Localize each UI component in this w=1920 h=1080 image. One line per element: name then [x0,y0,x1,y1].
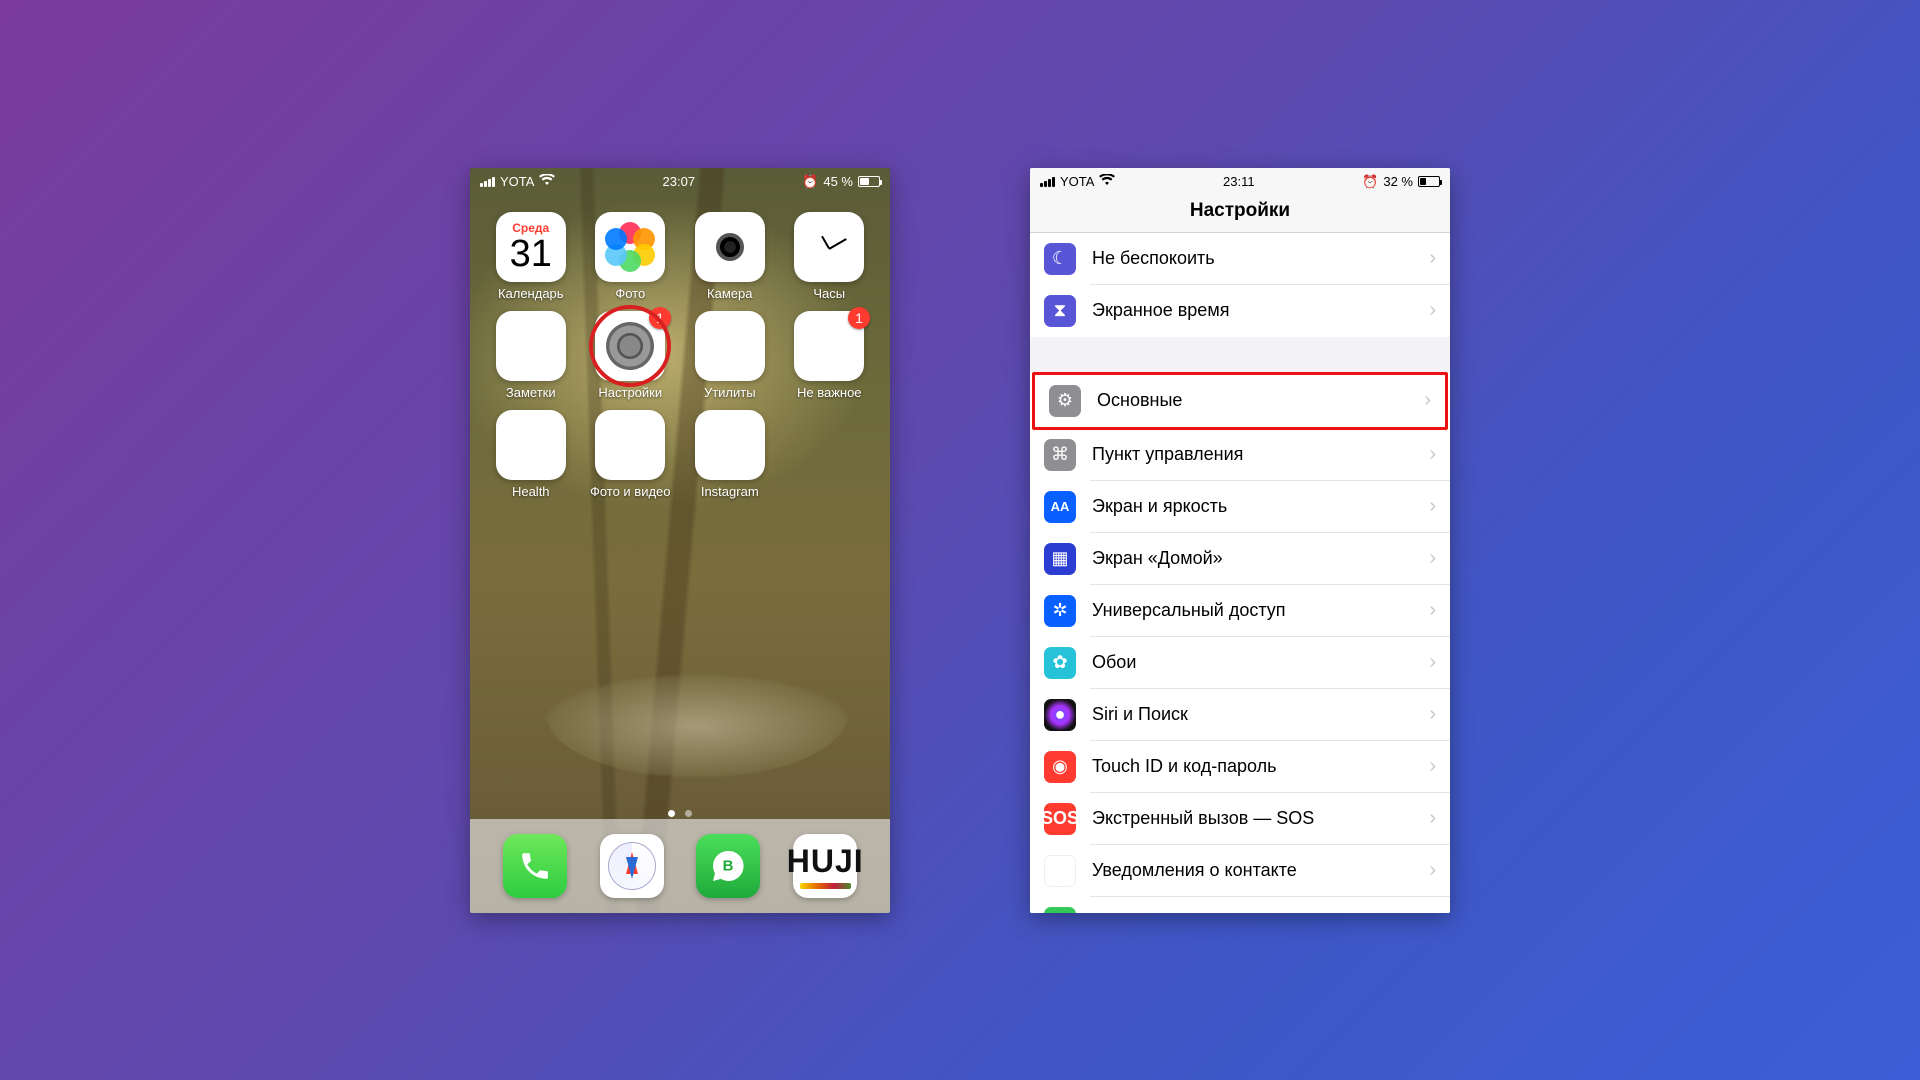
folder-icon [496,410,566,480]
row-accessibility[interactable]: ✲ Универсальный доступ › [1030,585,1450,637]
grid-icon: ▦ [1044,543,1076,575]
chevron-right-icon: › [1429,547,1436,570]
badge: 1 [848,307,870,329]
app-instagram[interactable]: Instagram [683,410,777,499]
page-dots[interactable] [470,810,890,817]
row-battery[interactable]: ▮ Аккумулятор › [1030,897,1450,913]
instagram-icon [695,410,765,480]
dock: B HUJI [470,819,890,913]
app-clock[interactable]: Часы [783,212,877,301]
chevron-right-icon: › [1429,703,1436,726]
chevron-right-icon: › [1429,859,1436,882]
row-wallpaper[interactable]: ✿ Обои › [1030,637,1450,689]
photos-icon [595,212,665,282]
dock-whatsapp[interactable]: B [696,834,760,898]
exposure-icon: ✺ [1044,855,1076,887]
phone-home-screen: YOTA 23:07 ⏰ 45 % Среда 31 Календарь Фот… [470,168,890,913]
highlight-ring [589,305,671,387]
battery-pct: 32 % [1383,174,1413,189]
row-control-center[interactable]: ⌘ Пункт управления › [1030,429,1450,481]
app-camera[interactable]: Камера [683,212,777,301]
alarm-icon: ⏰ [1362,174,1378,190]
phone-settings-screen: YOTA 23:11 ⏰ 32 % Настройки ☾ Не беспоко… [1030,168,1450,913]
carrier-label: YOTA [1060,174,1094,189]
row-touch-id[interactable]: ◉ Touch ID и код-пароль › [1030,741,1450,793]
dock-safari[interactable] [600,834,664,898]
dock-huji[interactable]: HUJI [793,834,857,898]
chevron-right-icon: › [1429,443,1436,466]
flower-icon: ✿ [1044,647,1076,679]
chevron-right-icon: › [1429,807,1436,830]
battery-pct: 45 % [823,174,853,189]
switches-icon: ⌘ [1044,439,1076,471]
folder-photo-video[interactable]: Фото и видео [584,410,678,499]
battery-icon: ▮ [1044,907,1076,913]
row-sos[interactable]: SOS Экстренный вызов — SOS › [1030,793,1450,845]
chevron-right-icon: › [1429,495,1436,518]
app-notes[interactable]: Заметки [484,311,578,400]
accessibility-icon: ✲ [1044,595,1076,627]
home-app-grid: Среда 31 Календарь Фото Камера Часы Заме… [470,204,890,507]
row-general[interactable]: ⚙ Основные › [1035,375,1445,427]
folder-utilities[interactable]: Утилиты [683,311,777,400]
calendar-icon: Среда 31 [496,212,566,282]
status-time: 23:11 [1223,174,1255,189]
settings-group-1: ☾ Не беспокоить › ⧗ Экранное время › [1030,233,1450,337]
folder-unimportant[interactable]: 1 Не важное [783,311,877,400]
clock-icon [794,212,864,282]
dock-phone[interactable] [503,834,567,898]
gear-icon: ⚙ [1049,385,1081,417]
app-calendar[interactable]: Среда 31 Календарь [484,212,578,301]
status-time: 23:07 [663,174,696,189]
chevron-right-icon: › [1429,755,1436,778]
carrier-label: YOTA [500,174,534,189]
alarm-icon: ⏰ [802,174,818,190]
status-bar: YOTA 23:11 ⏰ 32 % [1030,168,1450,196]
chevron-right-icon: › [1429,651,1436,674]
row-siri[interactable]: ● Siri и Поиск › [1030,689,1450,741]
row-display[interactable]: AA Экран и яркость › [1030,481,1450,533]
siri-icon: ● [1044,699,1076,731]
settings-group-2: ⚙ Основные › ⌘ Пункт управления › AA Экр… [1030,372,1450,913]
row-home-screen[interactable]: ▦ Экран «Домой» › [1030,533,1450,585]
chevron-right-icon: › [1429,299,1436,322]
battery-icon [858,176,880,187]
wifi-icon [539,174,555,189]
app-photos[interactable]: Фото [584,212,678,301]
wifi-icon [1099,174,1115,189]
folder-health[interactable]: Health [484,410,578,499]
fingerprint-icon: ◉ [1044,751,1076,783]
folder-icon [595,410,665,480]
signal-icon [480,177,495,187]
chevron-right-icon: › [1429,247,1436,270]
chevron-right-icon: › [1424,389,1431,412]
moon-icon: ☾ [1044,243,1076,275]
chevron-right-icon: › [1429,911,1436,913]
app-settings[interactable]: 1 Настройки [584,311,678,400]
notes-icon [496,311,566,381]
battery-icon [1418,176,1440,187]
hourglass-icon: ⧗ [1044,295,1076,327]
empty-slot [783,410,877,499]
folder-icon [695,311,765,381]
signal-icon [1040,177,1055,187]
row-do-not-disturb[interactable]: ☾ Не беспокоить › [1030,233,1450,285]
text-size-icon: AA [1044,491,1076,523]
status-bar: YOTA 23:07 ⏰ 45 % [470,168,890,196]
highlight-box: ⚙ Основные › [1032,372,1448,430]
chevron-right-icon: › [1429,599,1436,622]
row-exposure[interactable]: ✺ Уведомления о контакте › [1030,845,1450,897]
sos-icon: SOS [1044,803,1076,835]
camera-icon [695,212,765,282]
svg-text:B: B [723,857,734,874]
row-screen-time[interactable]: ⧗ Экранное время › [1030,285,1450,337]
